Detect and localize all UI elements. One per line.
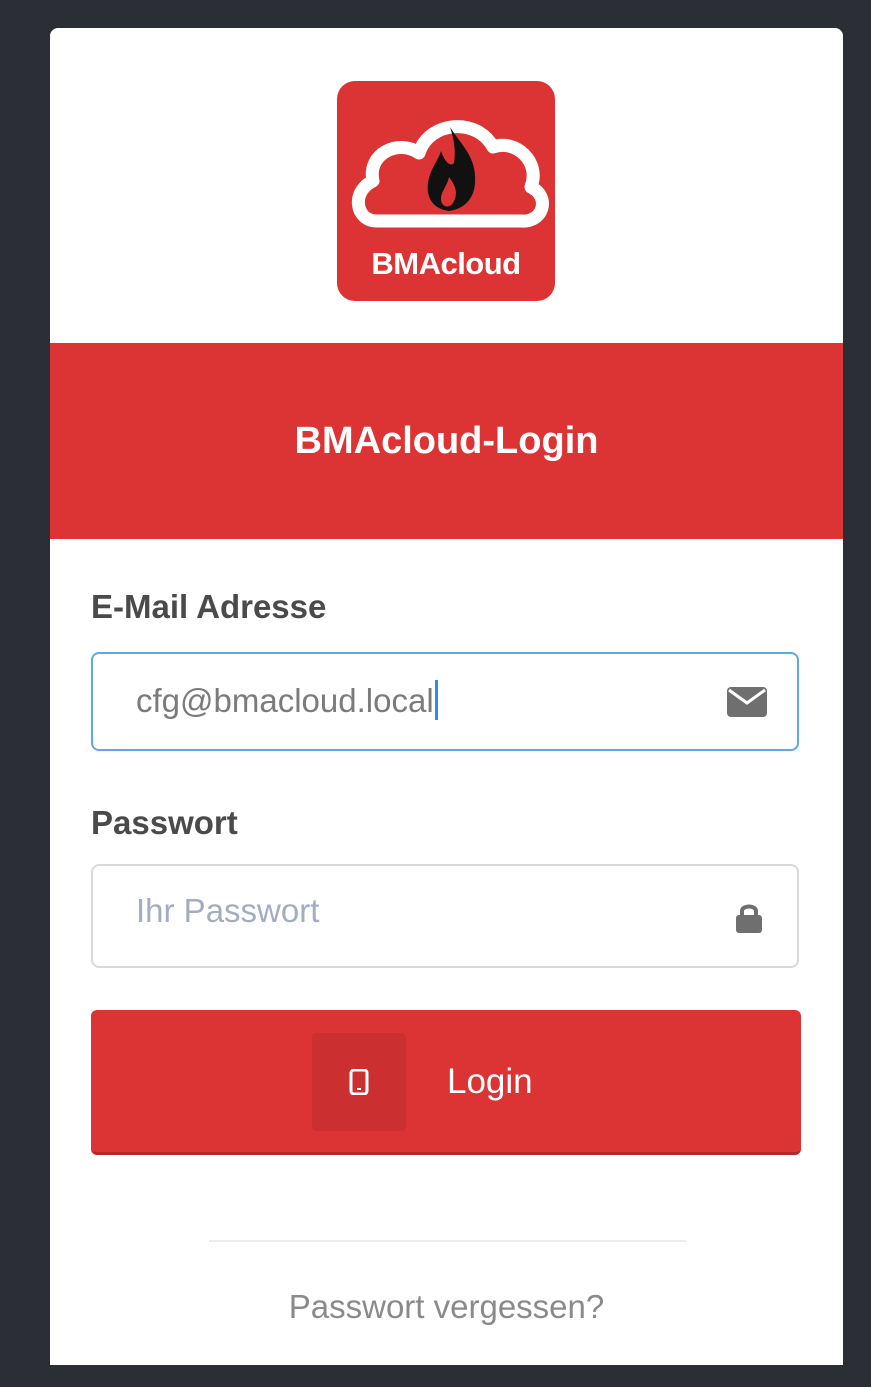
- text-caret: [434, 680, 438, 720]
- login-card: BMAcloud BMAcloud-Login E-Mail Adresse c…: [50, 28, 843, 1365]
- login-button-label: Login: [447, 1062, 533, 1101]
- email-field[interactable]: cfg@bmacloud.local: [91, 652, 799, 751]
- bmacloud-logo: BMAcloud: [337, 81, 555, 301]
- password-placeholder: Ihr Passwort: [136, 892, 320, 929]
- email-label: E-Mail Adresse: [91, 588, 327, 625]
- login-banner: BMAcloud-Login: [50, 343, 843, 539]
- mobile-phone-icon: [349, 1069, 369, 1095]
- login-button[interactable]: Login: [91, 1010, 801, 1155]
- logo-text: BMAcloud: [371, 246, 521, 281]
- login-button-icon-box: [312, 1033, 406, 1131]
- page-title: BMAcloud-Login: [294, 419, 599, 462]
- password-label: Passwort: [91, 804, 238, 841]
- forgot-password-link[interactable]: Passwort vergessen?: [50, 1288, 843, 1326]
- divider: [209, 1240, 686, 1242]
- envelope-icon: [727, 687, 767, 722]
- password-field[interactable]: Ihr Passwort: [91, 864, 799, 968]
- lock-icon: [735, 902, 763, 939]
- email-value: cfg@bmacloud.local: [136, 680, 438, 720]
